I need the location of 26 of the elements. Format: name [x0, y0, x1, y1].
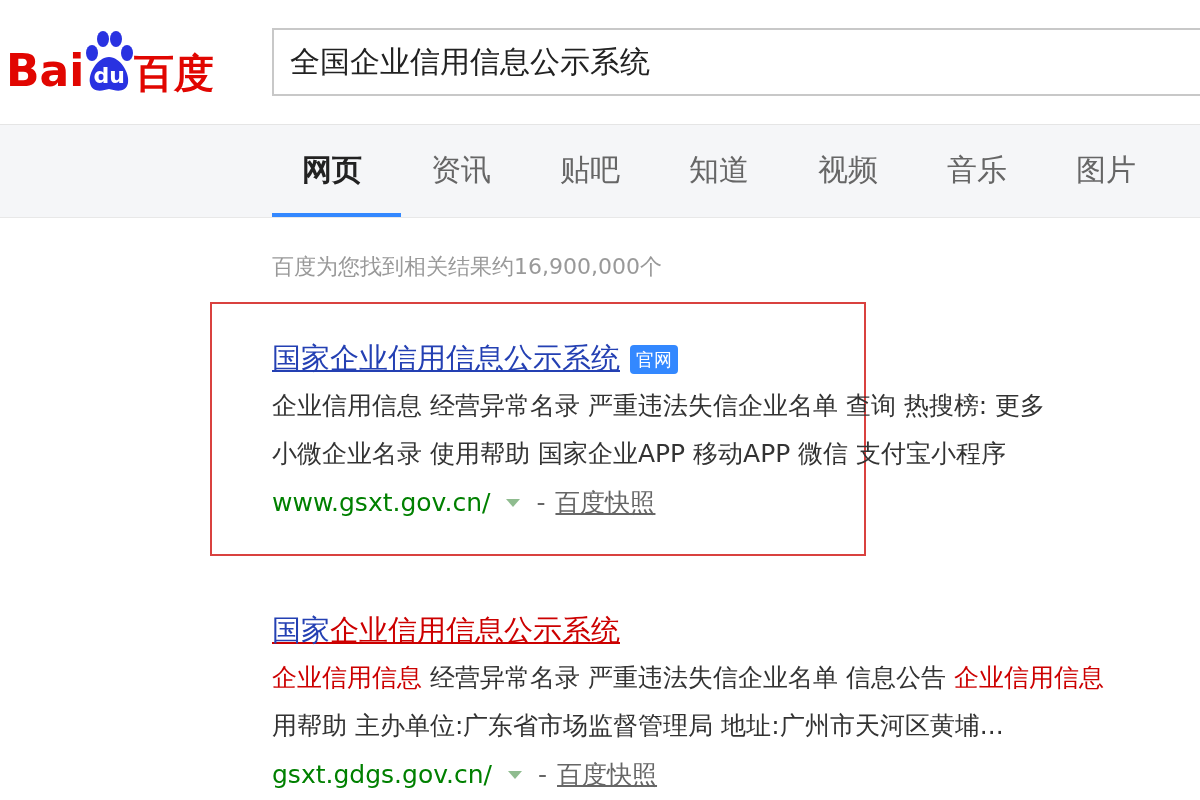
- dash-separator: -: [538, 759, 548, 792]
- result-title-link[interactable]: 国家企业信用信息公示系统: [272, 337, 620, 381]
- nav-tab[interactable]: 知道: [659, 125, 788, 217]
- dropdown-icon[interactable]: [506, 499, 521, 507]
- result-url: gsxt.gdgs.gov.cn/: [272, 759, 492, 792]
- nav-tab[interactable]: 图片: [1046, 125, 1175, 217]
- nav-tab[interactable]: 网页: [272, 125, 401, 217]
- result-count: 百度为您找到相关结果约16,900,000个: [272, 253, 663, 281]
- baidu-logo[interactable]: Bai du 百度: [6, 31, 215, 93]
- logo-text: Bai: [6, 49, 85, 93]
- dropdown-icon[interactable]: [508, 771, 522, 779]
- nav-tab[interactable]: 视频: [788, 125, 917, 217]
- nav-tab[interactable]: 音乐: [917, 125, 1046, 217]
- logo-text: 百度: [134, 53, 215, 93]
- nav-tab[interactable]: 贴吧: [530, 125, 659, 217]
- snapshot-link[interactable]: 百度快照: [555, 484, 656, 522]
- paw-icon: [84, 31, 135, 93]
- snapshot-link[interactable]: 百度快照: [557, 756, 658, 794]
- result-snippet: 企业信用信息 经营异常名录 严重违法失信企业名单 信息公告 企业信用信息: [272, 662, 1105, 694]
- search-field[interactable]: 全国企业信用信息公示系统: [272, 28, 1200, 96]
- official-badge: 官网: [630, 344, 678, 374]
- nav-tab[interactable]: 资讯: [401, 125, 530, 217]
- dash-separator: -: [536, 487, 546, 520]
- logo-text: du: [93, 65, 125, 87]
- result-snippet: 用帮助 主办单位:广东省市场监督管理局 地址:广州市天河区黄埔...: [272, 710, 1005, 742]
- result-url: www.gsxt.gov.cn/: [272, 487, 491, 520]
